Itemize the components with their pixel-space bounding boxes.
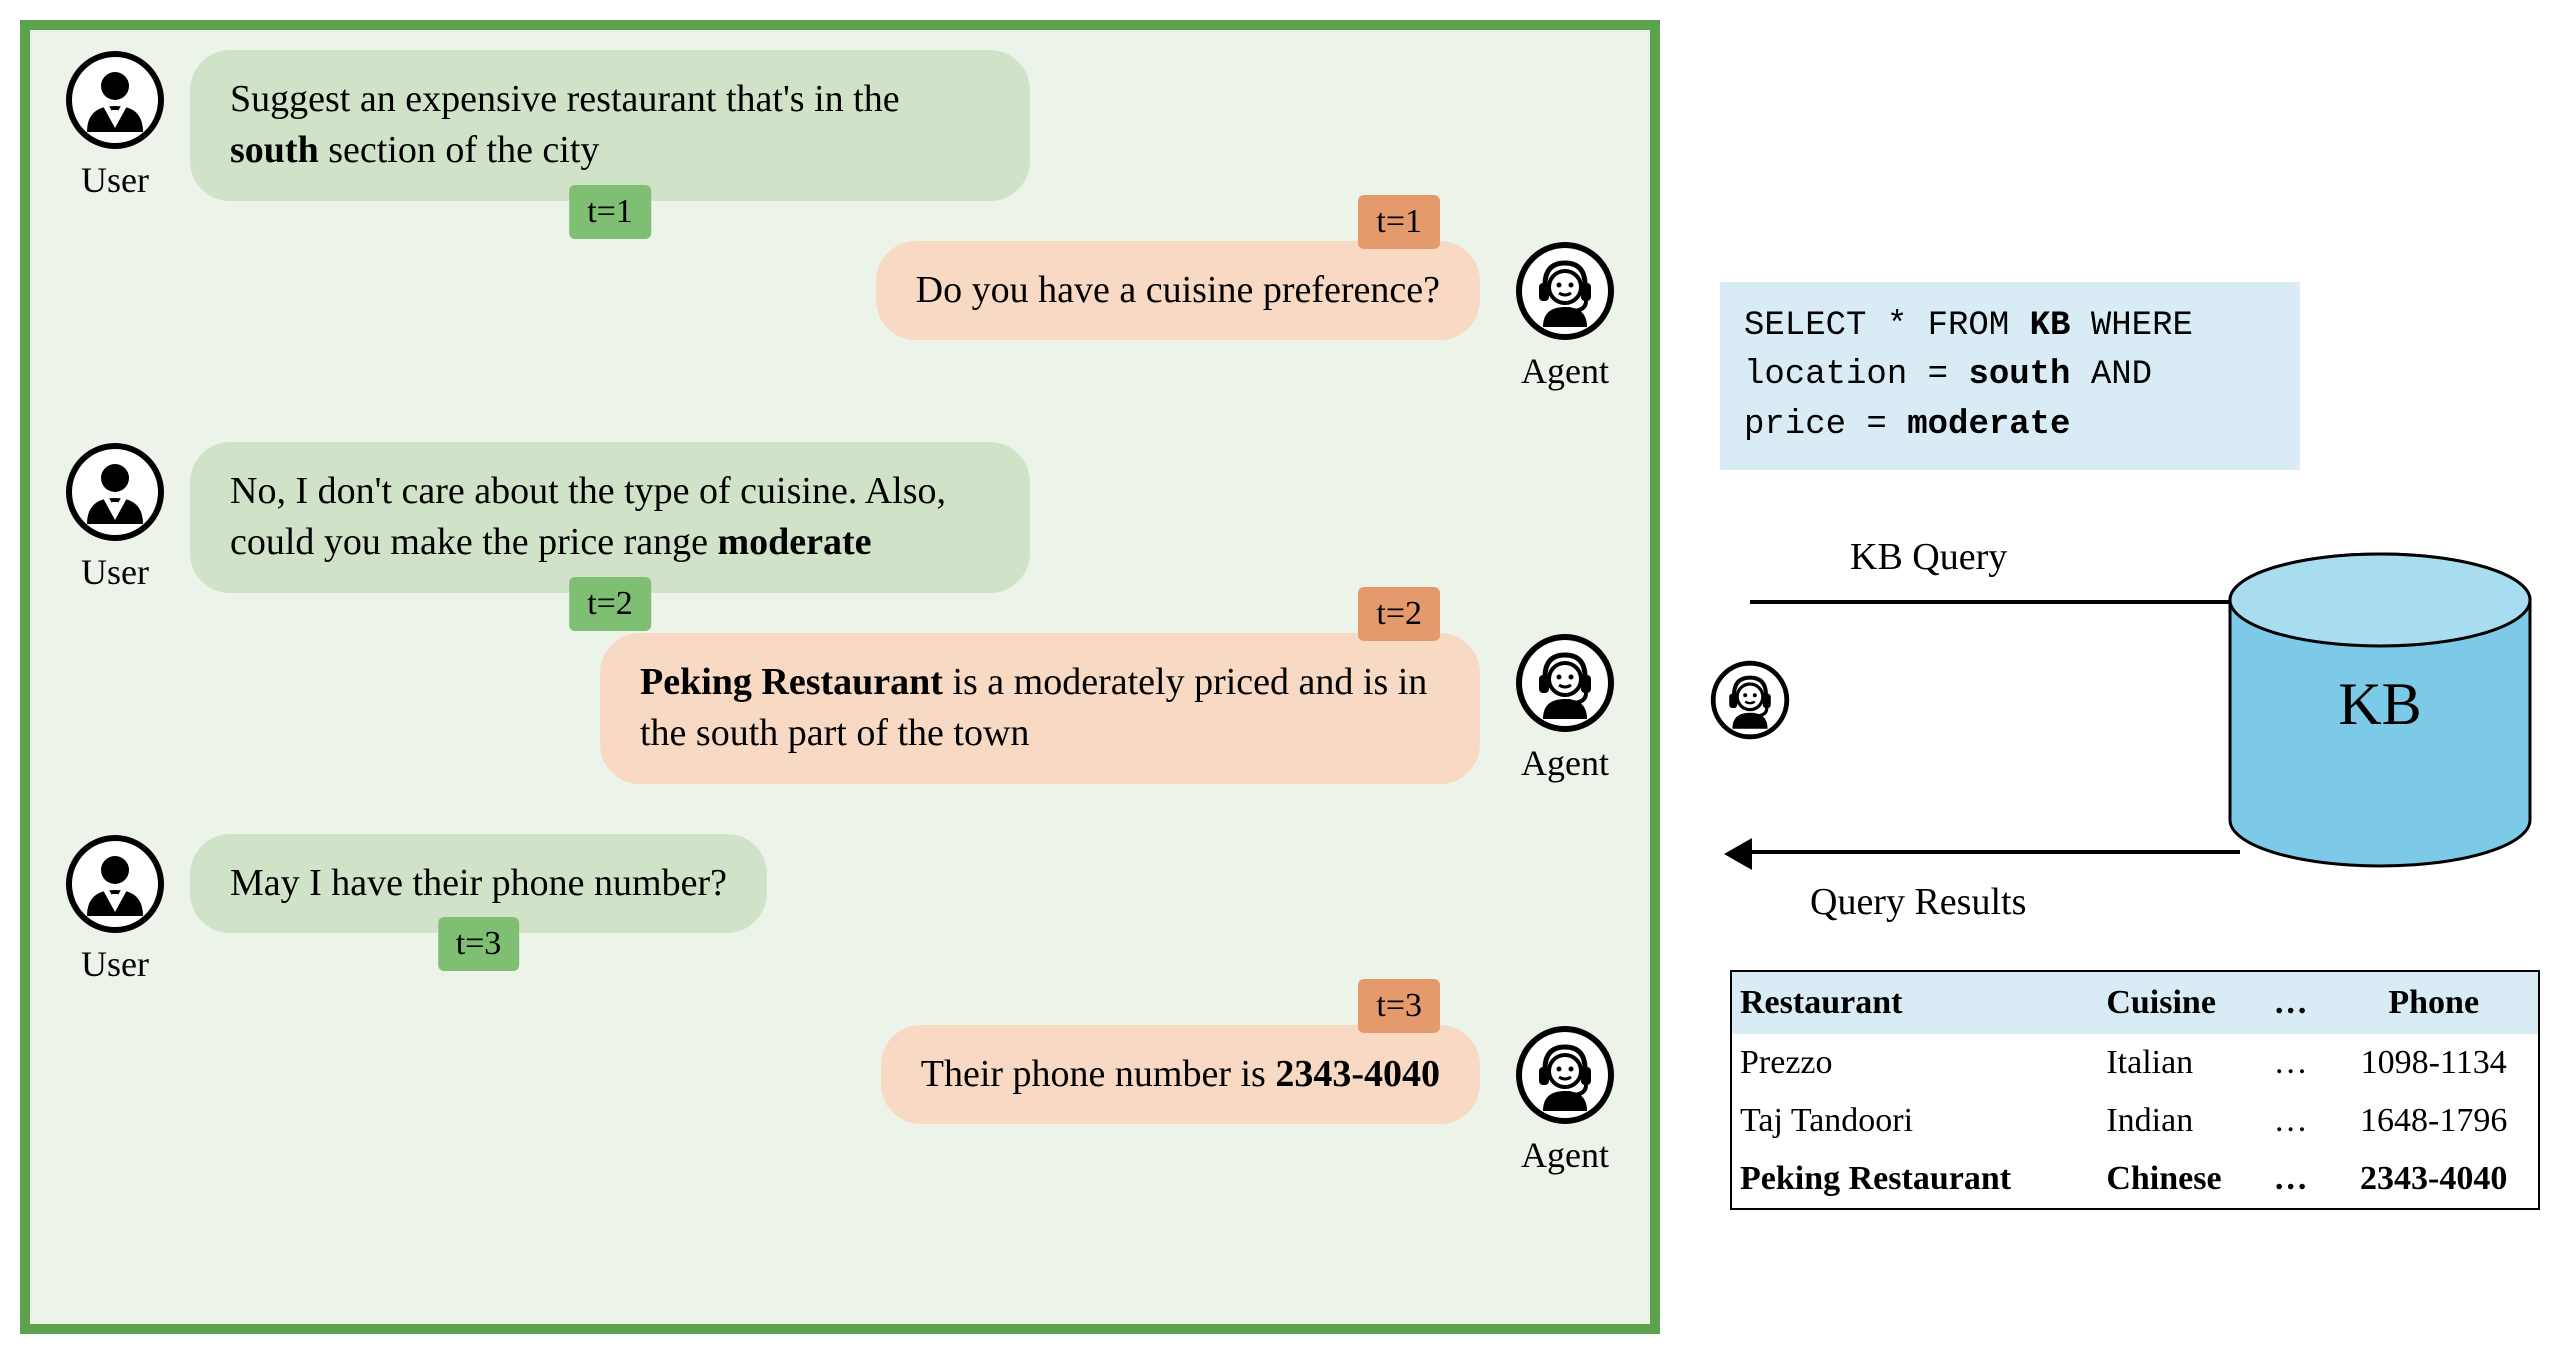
user-bubble: May I have their phone number? t=3 — [190, 834, 767, 933]
turn-badge: t=3 — [1358, 979, 1440, 1033]
table-row: PrezzoItalian…1098-1134 — [1731, 1034, 2539, 1092]
table-cell: Chinese — [2098, 1150, 2265, 1209]
query-results-label: Query Results — [1810, 880, 2026, 924]
table-row: Peking RestaurantChinese…2343-4040 — [1731, 1150, 2539, 1209]
dialogue-panel: User Suggest an expensive restaurant tha… — [20, 20, 1660, 1334]
dialogue-turn: User No, I don't care about the type of … — [50, 442, 1630, 784]
table-cell: 1648-1796 — [2329, 1092, 2539, 1150]
agent-label: Agent — [1500, 350, 1630, 392]
agent-icon — [1710, 660, 1790, 740]
table-cell: Indian — [2098, 1092, 2265, 1150]
sql-query-box: SELECT * FROM KB WHERE location = south … — [1720, 282, 2300, 470]
user-bubble: No, I don't care about the type of cuisi… — [190, 442, 1030, 593]
table-cell: Italian — [2098, 1034, 2265, 1092]
table-cell: … — [2266, 1034, 2330, 1092]
agent-bubble: t=2 Peking Restaurant is a moderately pr… — [600, 633, 1480, 784]
user-label: User — [50, 943, 180, 985]
agent-label: Agent — [1500, 742, 1630, 784]
agent-avatar-col: Agent — [1500, 633, 1630, 784]
table-cell: Prezzo — [1731, 1034, 2098, 1092]
table-header: Cuisine — [2098, 971, 2265, 1034]
user-label: User — [50, 551, 180, 593]
table-cell: … — [2266, 1150, 2330, 1209]
agent-icon — [1515, 241, 1615, 341]
agent-icon — [1515, 633, 1615, 733]
kb-panel: SELECT * FROM KB WHERE location = south … — [1690, 20, 2550, 1334]
dialogue-turn: User May I have their phone number? t=3 … — [50, 834, 1630, 1176]
arrow-line — [1750, 600, 2240, 604]
results-table: Restaurant Cuisine … Phone PrezzoItalian… — [1730, 970, 2540, 1210]
user-icon — [65, 442, 165, 542]
turn-badge: t=3 — [438, 917, 520, 971]
user-icon — [65, 50, 165, 150]
table-cell: Taj Tandoori — [1731, 1092, 2098, 1150]
turn-badge: t=1 — [1358, 195, 1440, 249]
turn-badge: t=2 — [569, 577, 651, 631]
user-avatar-col: User — [50, 50, 180, 201]
table-header: … — [2266, 971, 2330, 1034]
table-row: Taj TandooriIndian…1648-1796 — [1731, 1092, 2539, 1150]
arrow-left-icon — [1724, 838, 1752, 870]
turn-badge: t=1 — [569, 185, 651, 239]
agent-bubble: t=3 Their phone number is 2343-4040 — [881, 1025, 1480, 1124]
user-label: User — [50, 159, 180, 201]
agent-icon — [1515, 1025, 1615, 1125]
dialogue-turn: User Suggest an expensive restaurant tha… — [50, 50, 1630, 392]
user-bubble: Suggest an expensive restaurant that's i… — [190, 50, 1030, 201]
user-avatar-col: User — [50, 442, 180, 593]
table-header: Phone — [2329, 971, 2539, 1034]
table-header: Restaurant — [1731, 971, 2098, 1034]
kb-label: KB — [2220, 670, 2540, 739]
agent-label: Agent — [1500, 1134, 1630, 1176]
kb-cylinder: KB — [2220, 550, 2540, 870]
turn-badge: t=2 — [1358, 587, 1440, 641]
agent-bubble: t=1 Do you have a cuisine preference? — [876, 241, 1480, 340]
kb-query-label: KB Query — [1850, 535, 2007, 579]
agent-avatar-col: Agent — [1500, 1025, 1630, 1176]
table-cell: 1098-1134 — [2329, 1034, 2539, 1092]
agent-avatar-col: Agent — [1500, 241, 1630, 392]
table-cell: … — [2266, 1092, 2330, 1150]
arrow-line — [1750, 850, 2240, 854]
table-cell: Peking Restaurant — [1731, 1150, 2098, 1209]
user-icon — [65, 834, 165, 934]
user-avatar-col: User — [50, 834, 180, 985]
table-cell: 2343-4040 — [2329, 1150, 2539, 1209]
